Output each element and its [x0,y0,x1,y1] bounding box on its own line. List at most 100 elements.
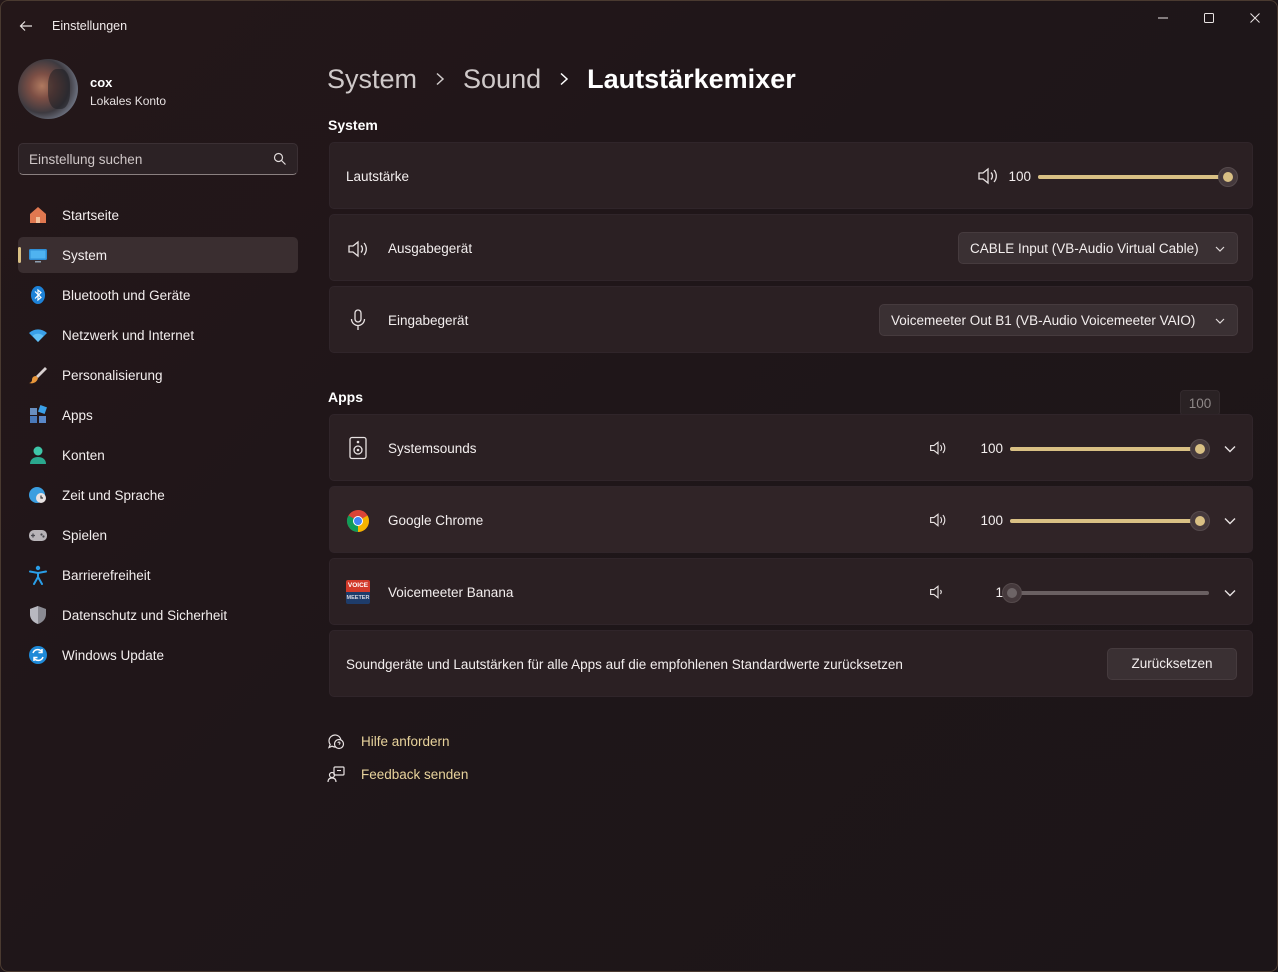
app-volume-slider[interactable] [1010,511,1210,531]
wifi-icon [29,329,47,342]
sidebar-item-konten[interactable]: Konten [18,437,298,473]
page-title: Lautstärkemixer [587,63,796,94]
system-sounds-icon [349,436,367,460]
input-device-label: Eingabegerät [388,313,469,328]
breadcrumb-separator-icon [435,72,445,86]
chrome-icon [347,510,369,532]
globe-clock-icon [29,487,46,503]
avatar [18,59,78,119]
sidebar-item-label: Startseite [62,208,120,223]
home-icon [30,207,46,223]
help-link[interactable]: Hilfe anfordern [361,734,450,749]
sidebar-item-label: Netzwerk und Internet [62,328,195,343]
close-button[interactable] [1232,1,1277,35]
shield-icon [30,606,46,624]
sidebar-nav: Startseite System Bluetooth und Geräte N… [18,197,298,677]
profile-account-type: Lokales Konto [90,94,167,108]
sidebar-item-label: Spielen [62,528,108,543]
sidebar-item-apps[interactable]: Apps [18,397,298,433]
slider-thumb[interactable] [1002,583,1022,603]
app-name: Google Chrome [388,513,484,528]
close-icon [1250,13,1260,23]
sidebar-item-label: Bluetooth und Geräte [62,288,191,303]
sidebar-item-datenschutz[interactable]: Datenschutz und Sicherheit [18,597,298,633]
maximize-button[interactable] [1186,1,1232,35]
chevron-down-icon[interactable] [1223,586,1237,600]
feedback-link[interactable]: Feedback senden [361,767,468,782]
accessibility-icon [29,565,47,585]
chevron-down-icon[interactable] [1223,442,1237,456]
input-device-value: Voicemeeter Out B1 (VB-Audio Voicemeeter… [891,313,1196,328]
breadcrumb-system[interactable]: System [327,64,417,95]
app-volume-slider[interactable] [1002,583,1209,603]
settings-window: Einstellungen cox Lokales Konto Einstell… [0,0,1278,972]
search-placeholder: Einstellung suchen [29,152,143,167]
sidebar-item-startseite[interactable]: Startseite [18,197,298,233]
breadcrumb: System Sound Lautstärkemixer [327,59,796,99]
sidebar-item-label: Apps [62,408,93,423]
slider-thumb[interactable] [1218,167,1238,187]
chevron-down-icon [1215,246,1225,252]
slider-thumb[interactable] [1190,511,1210,531]
microphone-icon [350,309,366,330]
sidebar-item-zeit[interactable]: Zeit und Sprache [18,477,298,513]
sidebar-item-system[interactable]: System [18,237,298,273]
apps-icon [30,405,47,423]
sidebar-item-netzwerk[interactable]: Netzwerk und Internet [18,317,298,353]
slider-fill [1010,519,1200,523]
profile-name: cox [90,75,113,90]
back-button[interactable] [13,13,39,39]
app-name: Systemsounds [388,441,477,456]
speaker-icon [348,240,367,258]
sidebar-item-spielen[interactable]: Spielen [18,517,298,553]
minimize-button[interactable] [1140,1,1186,35]
output-device-label: Ausgabegerät [388,241,473,256]
app-volume-card-chrome: Google Chrome 100 [329,486,1253,553]
sidebar-item-windows-update[interactable]: Windows Update [18,637,298,673]
master-volume-card: Lautstärke 100 [329,142,1253,209]
search-icon [273,152,286,165]
output-device-value: CABLE Input (VB-Audio Virtual Cable) [970,241,1199,256]
gamepad-icon [29,530,47,541]
speaker-icon[interactable] [928,439,948,457]
sidebar-item-personalisierung[interactable]: Personalisierung [18,357,298,393]
sidebar-item-bluetooth[interactable]: Bluetooth und Geräte [18,277,298,313]
chevron-down-icon[interactable] [1223,514,1237,528]
sidebar-item-label: Personalisierung [62,368,163,383]
app-title: Einstellungen [52,19,128,33]
output-device-dropdown[interactable]: CABLE Input (VB-Audio Virtual Cable) [958,232,1238,264]
speaker-low-icon[interactable] [928,583,948,601]
breadcrumb-sound[interactable]: Sound [463,64,541,95]
sidebar-item-barrierefreiheit[interactable]: Barrierefreiheit [18,557,298,593]
sidebar-item-label: Barrierefreiheit [62,568,151,583]
person-icon [30,446,46,464]
breadcrumb-separator-icon [559,72,569,86]
reset-button[interactable]: Zurücksetzen [1107,648,1237,680]
monitor-icon [29,249,47,263]
section-title-apps: Apps [328,389,363,405]
master-volume-slider[interactable] [1038,167,1238,187]
update-icon [29,646,47,664]
speaker-icon[interactable] [976,165,1000,187]
speaker-icon[interactable] [928,511,948,529]
feedback-icon [327,766,345,783]
search-input[interactable]: Einstellung suchen [18,143,298,175]
input-device-dropdown[interactable]: Voicemeeter Out B1 (VB-Audio Voicemeeter… [879,304,1238,336]
bluetooth-icon [31,286,45,304]
user-profile[interactable]: cox Lokales Konto [18,59,278,119]
slider-thumb[interactable] [1190,439,1210,459]
master-volume-label: Lautstärke [346,169,410,184]
section-title-system: System [328,117,378,133]
app-volume-card-voicemeeter: VOICE MEETER Voicemeeter Banana 1 [329,558,1253,625]
app-volume-slider[interactable] [1010,439,1210,459]
back-arrow-icon [19,21,32,31]
maximize-icon [1204,13,1214,23]
app-volume-value: 1 [995,585,1003,600]
app-volume-value: 100 [980,513,1003,528]
app-volume-value: 100 [980,441,1003,456]
sidebar-item-label: Windows Update [62,648,165,663]
chevron-down-icon [1215,318,1225,324]
input-device-card: Eingabegerät Voicemeeter Out B1 (VB-Audi… [329,286,1253,353]
slider-fill [1038,175,1228,179]
voicemeeter-icon: VOICE MEETER [346,580,370,604]
